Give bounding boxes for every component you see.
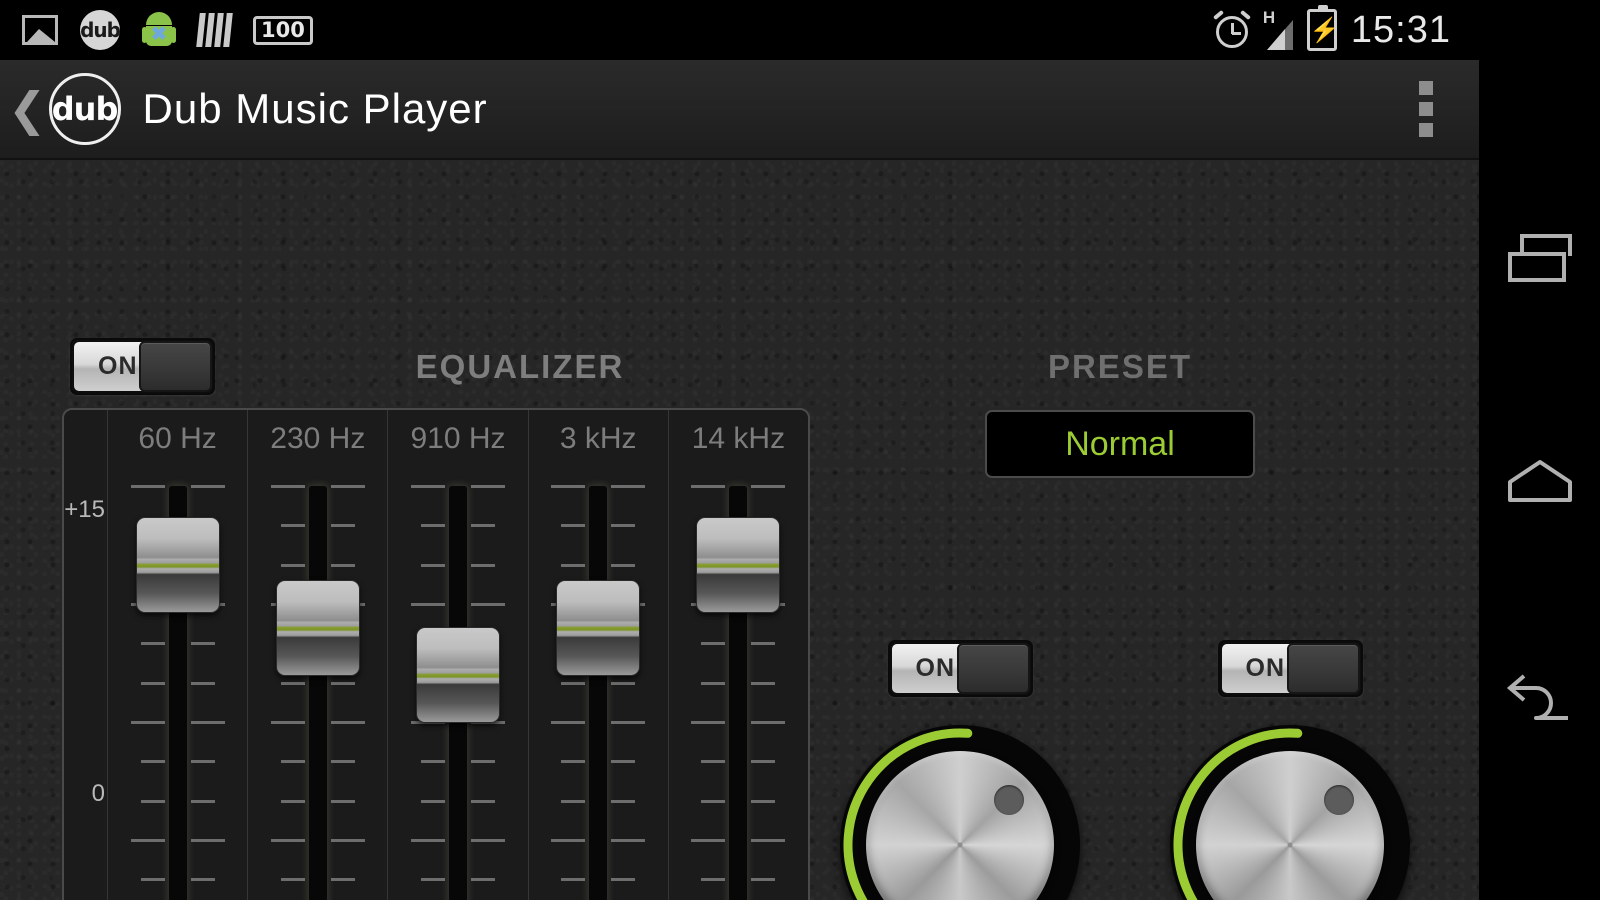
equalizer-toggle-knob[interactable]	[139, 341, 212, 392]
equalizer-toggle[interactable]: ON	[70, 338, 215, 395]
dub-logo-icon[interactable]: dub	[48, 73, 121, 145]
bass-boost-control: ONMINMAXBASS BOOST	[820, 640, 1100, 900]
band-frequency-label: 14 kHz	[691, 422, 786, 455]
band-slider[interactable]	[388, 485, 527, 900]
preset-selected-value: Normal	[1065, 424, 1175, 463]
equalizer-band: 230 Hz+6	[248, 410, 389, 900]
knob-indicator-dot	[1324, 785, 1354, 815]
system-nav-bar	[1479, 0, 1600, 900]
photo-icon	[22, 15, 58, 45]
status-bar-left-icons: dub ✖ 100	[0, 10, 313, 50]
preset-selector[interactable]: Normal	[985, 410, 1255, 478]
virtualizer-control: ONMINMAXVIRTUALIZER	[1150, 640, 1430, 900]
knob-indicator-dot	[994, 785, 1024, 815]
virtualizer-toggle[interactable]: ON	[1217, 640, 1363, 697]
virtualizer-toggle-label: ON	[1245, 654, 1285, 682]
slider-ticks	[529, 485, 668, 900]
band-slider[interactable]	[529, 485, 668, 900]
preset-section-title: PRESET	[1047, 348, 1193, 385]
equalizer-screen: ON EQUALIZER PRESET Normal +150-15 60 Hz…	[0, 160, 1479, 900]
battery-charging-icon: ⚡	[1306, 5, 1340, 51]
bars-icon	[196, 13, 233, 47]
bass-boost-toggle[interactable]: ON	[887, 640, 1033, 697]
slider-thumb[interactable]	[135, 516, 220, 613]
slider-thumb[interactable]	[556, 579, 641, 676]
signal-letter: H	[1262, 8, 1276, 27]
slider-thumb[interactable]	[275, 579, 360, 676]
phone-screen: dub ✖ 100 H ⚡ 15:31 ❮ dub Dub Music Play…	[0, 0, 1600, 900]
equalizer-panel: +150-15 60 Hz+10230 Hz+6910 Hz+33 kHz+61…	[62, 408, 810, 900]
scale-label: 0	[91, 780, 105, 807]
band-slider[interactable]	[248, 485, 387, 900]
overflow-menu-icon[interactable]	[1419, 81, 1433, 137]
alarm-icon	[1212, 9, 1251, 49]
equalizer-band: 60 Hz+10	[108, 410, 249, 900]
battery-100-icon: 100	[253, 15, 313, 45]
scale-label: +15	[64, 496, 105, 523]
back-icon[interactable]	[1502, 670, 1578, 730]
app-title: Dub Music Player	[142, 85, 488, 132]
home-icon[interactable]	[1502, 450, 1578, 510]
status-bar-clock: 15:31	[1350, 8, 1451, 51]
android-icon: ✖	[142, 10, 176, 50]
back-chevron-icon[interactable]: ❮	[8, 86, 47, 132]
bass-boost-toggle-knob[interactable]	[956, 643, 1030, 694]
signal-h-icon: H	[1262, 8, 1293, 50]
status-bar-right-icons: H ⚡ 15:31	[1212, 5, 1479, 52]
virtualizer-knob[interactable]	[1170, 725, 1410, 900]
virtualizer-toggle-knob[interactable]	[1286, 643, 1360, 694]
equalizer-toggle-label: ON	[98, 352, 138, 380]
status-bar: dub ✖ 100 H ⚡ 15:31	[0, 0, 1479, 60]
equalizer-scale-axis: +150-15	[64, 410, 108, 900]
bass-boost-knob[interactable]	[840, 725, 1080, 900]
dub-app-icon: dub	[80, 10, 121, 50]
band-frequency-label: 910 Hz	[410, 422, 506, 455]
equalizer-section-title: EQUALIZER	[415, 348, 625, 385]
equalizer-band: 910 Hz+3	[388, 410, 529, 900]
band-slider[interactable]	[669, 485, 808, 900]
equalizer-band: 3 kHz+6	[529, 410, 669, 900]
equalizer-band: 14 kHz+10	[669, 410, 808, 900]
bass-boost-toggle-label: ON	[915, 654, 955, 682]
band-slider[interactable]	[108, 485, 247, 900]
band-frequency-label: 230 Hz	[270, 422, 366, 455]
slider-ticks	[248, 485, 387, 900]
action-bar: ❮ dub Dub Music Player	[0, 60, 1479, 160]
band-frequency-label: 60 Hz	[138, 422, 217, 455]
slider-thumb[interactable]	[696, 516, 781, 613]
slider-thumb[interactable]	[416, 626, 500, 723]
band-frequency-label: 3 kHz	[559, 422, 637, 455]
recents-icon[interactable]	[1502, 230, 1578, 290]
